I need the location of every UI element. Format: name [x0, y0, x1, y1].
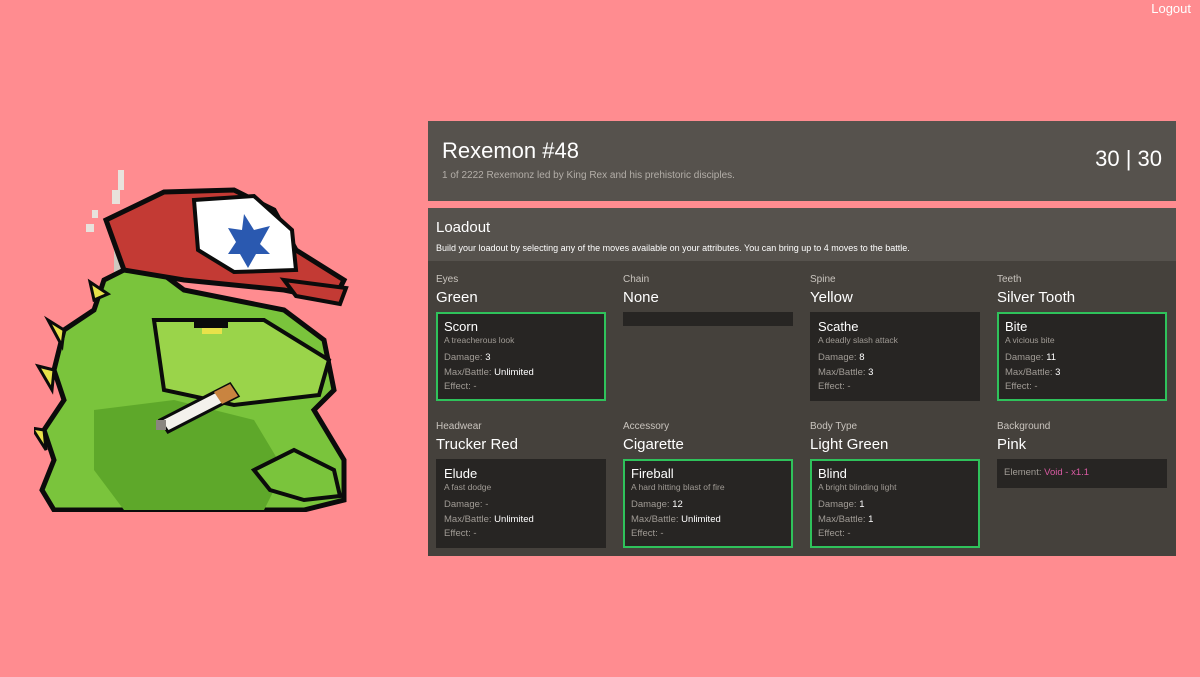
attribute-label: Spine — [810, 274, 836, 285]
move-name: Fireball — [631, 466, 674, 481]
move-card-elude[interactable]: Elude A fast dodge Damage: - Max/Battle:… — [436, 459, 606, 548]
attribute-value: Light Green — [810, 436, 889, 453]
attribute-value: Trucker Red — [436, 436, 518, 453]
attribute-accessory: Accessory Cigarette Fireball A hard hitt… — [623, 421, 793, 568]
attribute-value: Yellow — [810, 289, 853, 306]
move-max-battle: Max/Battle: 3 — [1005, 366, 1061, 378]
attribute-chain: Chain None — [623, 274, 793, 421]
move-max-battle: Max/Battle: 3 — [818, 366, 874, 378]
move-description: A fast dodge — [444, 482, 492, 492]
loadout-header: Loadout Build your loadout by selecting … — [428, 208, 1176, 261]
empty-move-slot — [623, 312, 793, 326]
attribute-label: Teeth — [997, 274, 1022, 285]
move-name: Bite — [1005, 319, 1028, 334]
move-damage: Damage: 11 — [1005, 352, 1057, 363]
move-name: Blind — [818, 466, 847, 481]
attribute-value: Pink — [997, 436, 1027, 453]
rexemon-header-card: Rexemon #48 1 of 2222 Rexemonz led by Ki… — [428, 121, 1176, 201]
move-damage: Damage: 3 — [444, 352, 491, 363]
attribute-label: Body Type — [810, 421, 858, 432]
move-max-battle: Max/Battle: Unlimited — [631, 513, 721, 525]
element-info: Element: Void - x1.1 — [997, 459, 1167, 488]
rexemon-avatar — [34, 170, 350, 512]
move-max-battle: Max/Battle: Unlimited — [444, 366, 534, 378]
attribute-headwear: Headwear Trucker Red Elude A fast dodge … — [436, 421, 606, 568]
move-max-battle: Max/Battle: Unlimited — [444, 513, 534, 525]
loadout-panel: Loadout Build your loadout by selecting … — [428, 208, 1176, 556]
attribute-value: Green — [436, 289, 478, 306]
move-description: A vicious bite — [1005, 335, 1055, 345]
move-effect: Effect: - — [631, 528, 664, 539]
attribute-teeth: Teeth Silver Tooth Bite A vicious bite D… — [997, 274, 1167, 421]
page-subtitle: 1 of 2222 Rexemonz led by King Rex and h… — [442, 170, 735, 181]
move-card-bite[interactable]: Bite A vicious bite Damage: 11 Max/Battl… — [997, 312, 1167, 401]
move-description: A bright blinding light — [818, 482, 897, 492]
attribute-background: Background Pink Element: Void - x1.1 — [997, 421, 1167, 568]
attribute-label: Headwear — [436, 421, 482, 432]
move-card-blind[interactable]: Blind A bright blinding light Damage: 1 … — [810, 459, 980, 548]
move-card-fireball[interactable]: Fireball A hard hitting blast of fire Da… — [623, 459, 793, 548]
attribute-label: Eyes — [436, 274, 459, 285]
attribute-value: None — [623, 289, 659, 306]
move-effect: Effect: - — [444, 528, 477, 539]
loadout-description: Build your loadout by selecting any of t… — [436, 243, 910, 253]
attribute-spine: Spine Yellow Scathe A deadly slash attac… — [810, 274, 980, 421]
move-name: Scathe — [818, 319, 859, 334]
move-description: A hard hitting blast of fire — [631, 482, 725, 492]
move-card-scathe[interactable]: Scathe A deadly slash attack Damage: 8 M… — [810, 312, 980, 401]
move-effect: Effect: - — [444, 381, 477, 392]
move-damage: Damage: 1 — [818, 499, 865, 510]
attribute-label: Background — [997, 421, 1051, 432]
move-damage: Damage: - — [444, 499, 489, 510]
attribute-eyes: Eyes Green Scorn A treacherous look Dama… — [436, 274, 606, 421]
logout-link[interactable]: Logout — [1151, 1, 1191, 16]
move-effect: Effect: - — [818, 381, 851, 392]
hp-counter: 30 | 30 — [1095, 146, 1162, 171]
attribute-label: Accessory — [623, 421, 670, 432]
move-effect: Effect: - — [818, 528, 851, 539]
loadout-title: Loadout — [436, 219, 491, 236]
move-description: A deadly slash attack — [818, 335, 898, 345]
move-name: Elude — [444, 466, 478, 481]
dinosaur-avatar-image — [34, 170, 349, 512]
attribute-label: Chain — [623, 274, 650, 285]
move-name: Scorn — [444, 319, 478, 334]
element-label: Element: — [1004, 467, 1042, 478]
attribute-body-type: Body Type Light Green Blind A bright bli… — [810, 421, 980, 568]
page-title: Rexemon #48 — [442, 138, 579, 163]
move-damage: Damage: 8 — [818, 352, 865, 363]
move-description: A treacherous look — [444, 335, 515, 345]
move-max-battle: Max/Battle: 1 — [818, 513, 874, 525]
attribute-grid: Eyes Green Scorn A treacherous look Dama… — [436, 274, 1168, 568]
move-effect: Effect: - — [1005, 381, 1038, 392]
move-damage: Damage: 12 — [631, 499, 683, 510]
attribute-value: Silver Tooth — [997, 289, 1076, 306]
attribute-value: Cigarette — [623, 436, 684, 453]
move-card-scorn[interactable]: Scorn A treacherous look Damage: 3 Max/B… — [436, 312, 606, 401]
element-value: Void - x1.1 — [1044, 467, 1090, 478]
